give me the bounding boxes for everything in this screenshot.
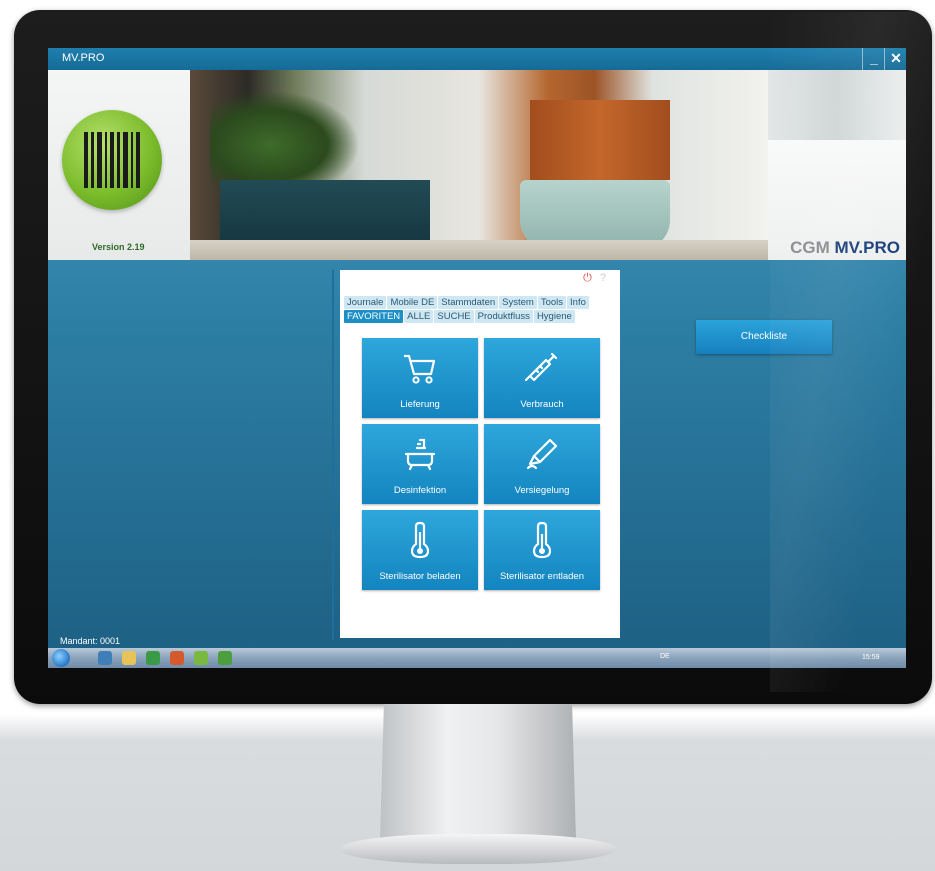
- start-button[interactable]: [52, 649, 70, 667]
- panel-icons: ⏻?: [583, 272, 606, 285]
- tile-sterilisator-beladen[interactable]: Sterilisator beladen: [362, 510, 478, 590]
- brand-panel: CGM MV.PRO: [768, 70, 906, 260]
- media-player-icon[interactable]: [146, 651, 160, 665]
- checkliste-button[interactable]: Checkliste: [696, 320, 832, 354]
- tab-system[interactable]: System: [499, 296, 537, 309]
- taskbar-clock[interactable]: 15:59: [862, 654, 880, 661]
- window-title: MV.PRO: [62, 52, 105, 64]
- tab-mobile-de[interactable]: Mobile DE: [387, 296, 438, 309]
- tab-suche[interactable]: SUCHE: [434, 310, 474, 323]
- title-bar: MV.PRO _ ✕: [48, 48, 906, 70]
- tile-lieferung[interactable]: Lieferung: [362, 338, 478, 418]
- monitor-stand: [380, 704, 576, 840]
- ie-icon[interactable]: [98, 651, 112, 665]
- mvpro-taskbar-icon[interactable]: [194, 651, 208, 665]
- status-bar: Mandant: 0001: [48, 636, 906, 648]
- sealing-icon: [526, 438, 558, 470]
- brand-photo: [768, 70, 906, 140]
- language-indicator[interactable]: DE: [660, 653, 670, 660]
- tab-tools[interactable]: Tools: [537, 296, 567, 309]
- tab-info[interactable]: Info: [567, 296, 589, 309]
- app-icon-2[interactable]: [218, 651, 232, 665]
- taskbar: DE 15:59: [48, 648, 906, 668]
- tile-label: Desinfektion: [393, 485, 447, 496]
- brand-mvpro: MV.PRO: [834, 238, 900, 257]
- menu-tabs: Journale Mobile DE Stammdaten System Tools In…: [344, 296, 590, 309]
- tile-sterilisator-entladen[interactable]: Sterilisator entladen: [484, 510, 600, 590]
- syringe-icon: [524, 352, 558, 382]
- tile-label: Versiegelung: [514, 485, 570, 496]
- app-icon[interactable]: [170, 651, 184, 665]
- favorites-panel: ⏻? Journale Mobile DE Stammdaten System Tool…: [340, 270, 620, 638]
- minimize-button[interactable]: _: [862, 48, 885, 70]
- tile-label: Sterilisator beladen: [379, 571, 461, 582]
- mandant-label: Mandant: 0001: [60, 636, 121, 646]
- tab-produktfluss[interactable]: Produktfluss: [474, 310, 533, 323]
- header-photo: [190, 70, 768, 260]
- tab-journale[interactable]: Journale: [344, 296, 387, 309]
- close-button[interactable]: ✕: [884, 48, 906, 70]
- cart-icon: [404, 354, 436, 384]
- tab-stammdaten[interactable]: Stammdaten: [438, 296, 499, 309]
- tab-alle[interactable]: ALLE: [404, 310, 434, 323]
- thermometer-icon: [532, 521, 552, 559]
- header-banner: Version 2.19 CGM MV.PRO: [48, 70, 906, 260]
- tile-verbrauch[interactable]: Verbrauch: [484, 338, 600, 418]
- power-icon[interactable]: ⏻: [583, 272, 592, 284]
- thermometer-icon: [410, 521, 430, 559]
- tile-label: Lieferung: [400, 399, 440, 410]
- barcode-icon: [84, 132, 140, 188]
- brand-cgm: CGM: [790, 238, 830, 257]
- monitor-stand-base: [340, 834, 616, 864]
- help-button[interactable]: ?: [600, 272, 606, 284]
- barcode-logo-icon: [62, 110, 162, 210]
- tab-hygiene[interactable]: Hygiene: [533, 310, 575, 323]
- tab-favoriten[interactable]: FAVORITEN: [344, 310, 404, 323]
- panel-divider: [332, 270, 334, 640]
- tile-label: Verbrauch: [520, 399, 564, 410]
- logo-panel: Version 2.19: [48, 70, 190, 260]
- brand-logo: CGM MV.PRO: [790, 238, 900, 258]
- tile-desinfektion[interactable]: Desinfektion: [362, 424, 478, 504]
- tile-label: Sterilisator entladen: [500, 571, 584, 582]
- tile-versiegelung[interactable]: Versiegelung: [484, 424, 600, 504]
- filter-tabs: FAVORITEN ALLE SUCHE Produktfluss Hygiene: [344, 310, 576, 323]
- bathtub-icon: [404, 438, 436, 471]
- version-label: Version 2.19: [92, 242, 145, 252]
- folder-icon[interactable]: [122, 651, 136, 665]
- screen: MV.PRO _ ✕ Version 2.19 CGM MV.PRO ⏻ ? J…: [48, 48, 906, 668]
